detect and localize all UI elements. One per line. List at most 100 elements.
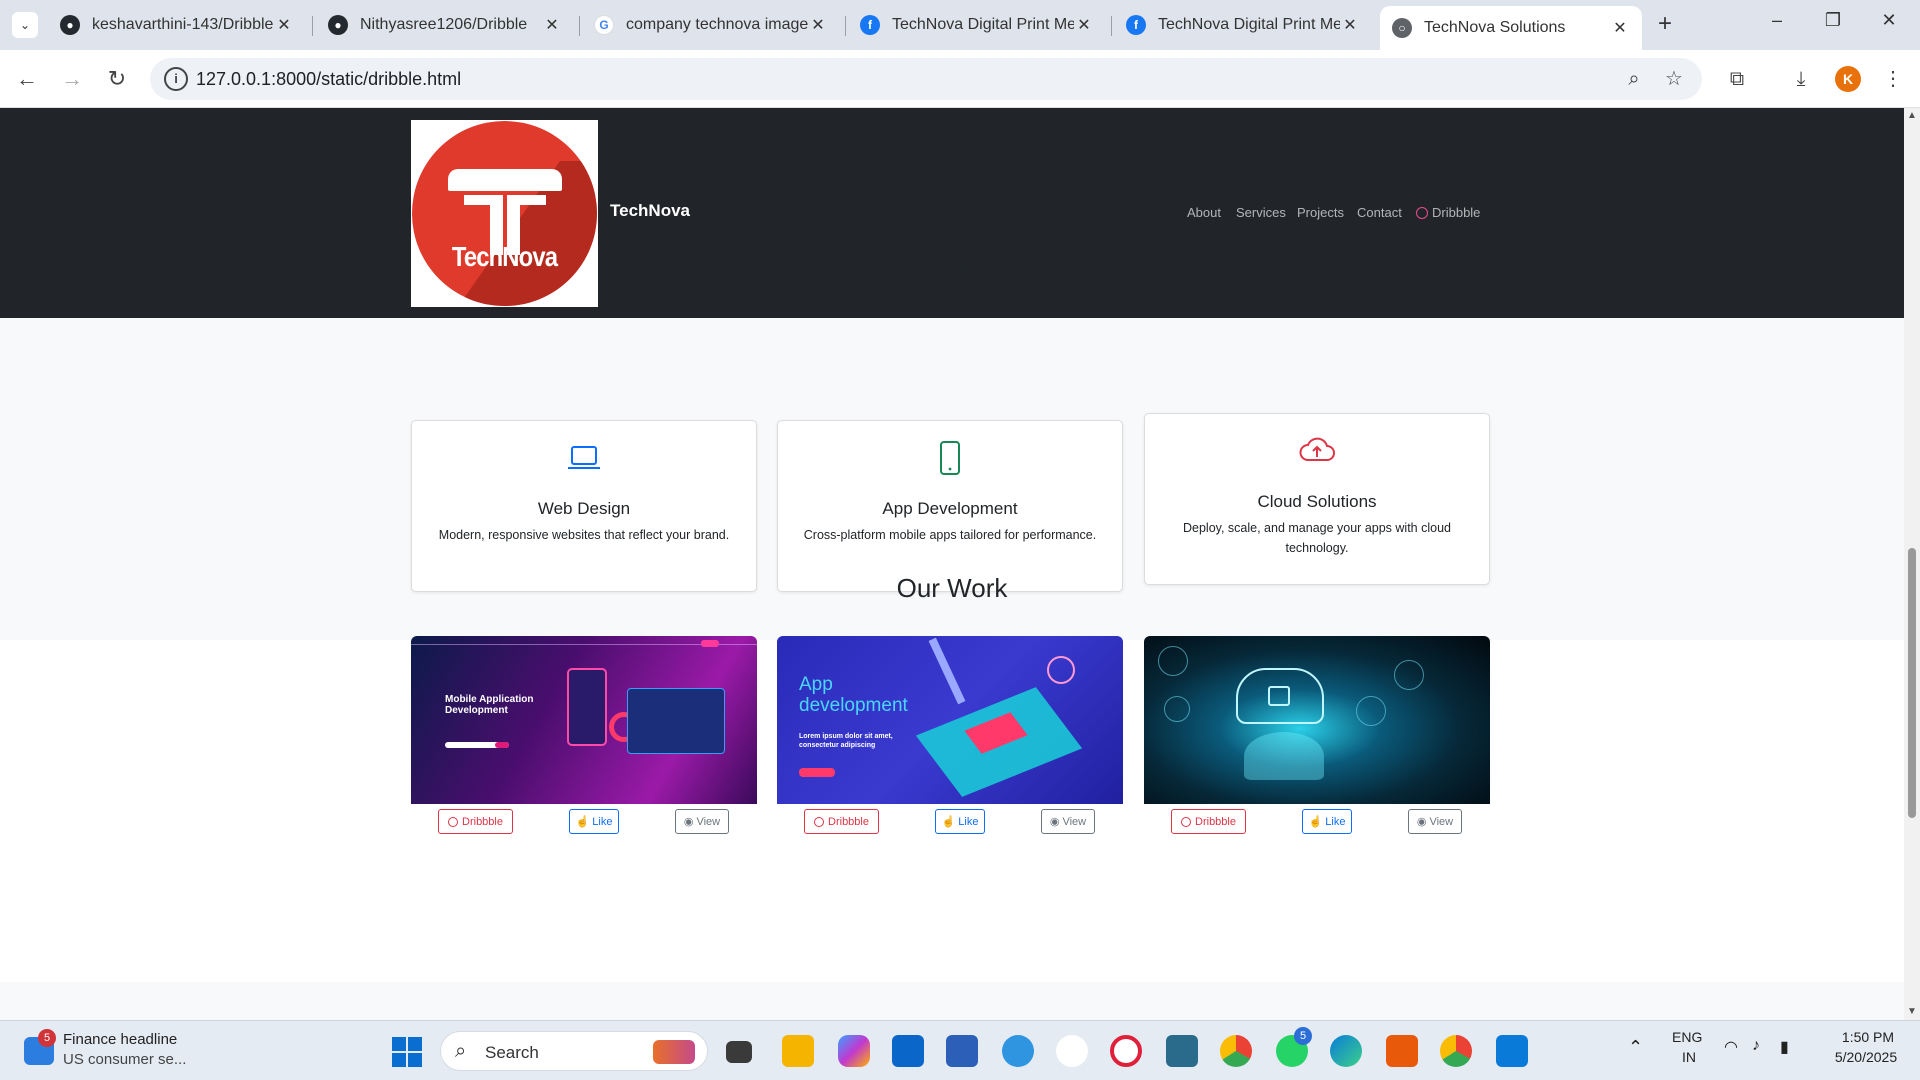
back-button[interactable]: ←	[12, 64, 42, 94]
card-title: Web Design	[537, 499, 631, 518]
nav-services[interactable]: Services	[1236, 205, 1286, 220]
page-scrollbar[interactable]: ▲ ▼	[1904, 108, 1920, 1020]
scroll-up-icon[interactable]: ▲	[1907, 110, 1917, 121]
profile-avatar[interactable]: K	[1835, 66, 1861, 92]
card-title: App Development	[882, 499, 1018, 518]
close-icon[interactable]: ✕	[1340, 15, 1360, 35]
download-icon[interactable]: ⤓	[1786, 64, 1816, 94]
zoom-icon[interactable]: ⌕	[1622, 67, 1646, 91]
news-subtitle[interactable]: US consumer se...	[63, 1051, 186, 1068]
facebook-icon: f	[860, 15, 880, 35]
view-button[interactable]: ◉ View	[1041, 809, 1095, 834]
dribbble-button[interactable]: Dribbble	[804, 809, 879, 834]
chrome-icon[interactable]	[1220, 1035, 1252, 1067]
nav-contact[interactable]: Contact	[1357, 205, 1402, 220]
next-section	[0, 982, 1904, 1020]
globe-icon: ○	[1392, 18, 1412, 38]
clock-time[interactable]: 1:50 PM	[1838, 1029, 1898, 1045]
forward-button[interactable]: →	[57, 64, 87, 94]
tab-search-button[interactable]: ⌄	[12, 12, 38, 38]
work-image-cloud-tech[interactable]	[1144, 636, 1490, 804]
like-button[interactable]: ☝ Like	[935, 809, 985, 834]
new-tab-button[interactable]: +	[1652, 12, 1678, 38]
tab-active[interactable]: ○ TechNova Solutions ✕	[1380, 6, 1642, 50]
card-text: Cross-platform mobile apps tailored for …	[803, 528, 1097, 542]
like-button[interactable]: ☝ Like	[569, 809, 619, 834]
minimize-icon: –	[1771, 10, 1782, 30]
card-text: Modern, responsive websites that reflect…	[438, 528, 730, 542]
extensions-icon[interactable]: ⧉	[1722, 64, 1752, 94]
copilot-icon[interactable]	[838, 1035, 870, 1067]
work-image-mobile-app[interactable]: Mobile Application Development	[411, 636, 757, 804]
file-explorer-icon[interactable]	[782, 1035, 814, 1067]
dribbble-button-label: Dribbble	[462, 815, 503, 828]
windows-taskbar: 5 Finance headline US consumer se... ⌕ S…	[0, 1020, 1920, 1080]
taskbar-search[interactable]: ⌕ Search	[440, 1031, 708, 1071]
close-icon[interactable]: ✕	[542, 15, 562, 35]
tab-3[interactable]: G company technova image ✕	[582, 8, 840, 42]
restore-button[interactable]: ❐	[1818, 10, 1848, 31]
close-icon[interactable]: ✕	[1610, 18, 1630, 38]
chrome-profile-icon[interactable]	[1440, 1035, 1472, 1067]
language-top[interactable]: ENG	[1672, 1029, 1702, 1045]
opera-icon[interactable]	[1110, 1035, 1142, 1067]
view-button[interactable]: ◉ View	[1408, 809, 1462, 834]
close-window-button[interactable]: ✕	[1874, 10, 1904, 31]
like-button[interactable]: ☝ Like	[1302, 809, 1352, 834]
language-bottom[interactable]: IN	[1682, 1049, 1696, 1065]
menu-icon[interactable]: ⋮	[1878, 64, 1908, 94]
card-text: Deploy, scale, and manage your apps with…	[1183, 521, 1451, 555]
site-info-icon[interactable]: i	[164, 67, 188, 91]
view-button-label: View	[1429, 815, 1454, 828]
url-text[interactable]: 127.0.0.1:8000/static/dribble.html	[196, 69, 461, 90]
reload-button[interactable]: ↻	[102, 64, 132, 94]
work-image-headline: Mobile Application Development	[445, 694, 534, 716]
tab-1[interactable]: ● keshavarthini-143/Dribble ✕	[48, 8, 306, 42]
battery-icon[interactable]: ▮	[1780, 1037, 1789, 1057]
close-icon[interactable]: ✕	[274, 15, 294, 35]
edge-icon[interactable]	[1330, 1035, 1362, 1067]
phone-icon	[778, 441, 1122, 480]
plus-icon: +	[1657, 10, 1672, 37]
brand-name[interactable]: TechNova	[610, 201, 690, 221]
nav-dribbble[interactable]: Dribbble	[1416, 205, 1480, 220]
app-icon[interactable]	[1166, 1035, 1198, 1067]
tab-5[interactable]: f TechNova Digital Print Me ✕	[1114, 8, 1372, 42]
app-f-icon[interactable]	[1386, 1035, 1418, 1067]
myhp-icon[interactable]	[892, 1035, 924, 1067]
windows-start-icon[interactable]	[392, 1037, 422, 1067]
thumbs-up-icon: ☝	[575, 816, 590, 828]
close-icon[interactable]: ✕	[808, 15, 828, 35]
search-highlight-image	[653, 1040, 695, 1064]
eye-icon: ◉	[1049, 816, 1060, 828]
scrollbar-thumb[interactable]	[1908, 548, 1916, 818]
volume-icon[interactable]: ♪	[1752, 1037, 1760, 1055]
chevron-up-icon[interactable]: ⌃	[1628, 1037, 1643, 1058]
store-icon[interactable]	[946, 1035, 978, 1067]
dribbble-button[interactable]: Dribbble	[438, 809, 513, 834]
page-viewport: TechNova TechNova About Services Project…	[0, 108, 1920, 1020]
clock-date[interactable]: 5/20/2025	[1826, 1049, 1906, 1065]
close-icon[interactable]: ✕	[1074, 15, 1094, 35]
service-card-web-design: Web Design Modern, responsive websites t…	[411, 420, 757, 592]
dots-app-icon[interactable]	[1056, 1035, 1088, 1067]
task-view-icon[interactable]	[726, 1041, 752, 1063]
dribbble-button[interactable]: Dribbble	[1171, 809, 1246, 834]
news-title[interactable]: Finance headline	[63, 1031, 177, 1048]
scroll-down-icon[interactable]: ▼	[1907, 1006, 1917, 1017]
tab-4[interactable]: f TechNova Digital Print Me ✕	[848, 8, 1106, 42]
nav-projects[interactable]: Projects	[1297, 205, 1344, 220]
tab-2[interactable]: ● Nithyasree1206/Dribble ✕	[316, 8, 574, 42]
address-bar[interactable]: i 127.0.0.1:8000/static/dribble.html ⌕ ☆	[150, 58, 1702, 100]
minimize-button[interactable]: –	[1762, 10, 1792, 31]
work-image-app-development[interactable]: App development Lorem ipsum dolor sit am…	[777, 636, 1123, 804]
view-button[interactable]: ◉ View	[675, 809, 729, 834]
bookmark-star-icon[interactable]: ☆	[1662, 67, 1686, 91]
eye-icon: ◉	[1416, 816, 1427, 828]
vscode-icon[interactable]	[1496, 1035, 1528, 1067]
tab-title: TechNova Digital Print Me	[892, 16, 1074, 33]
wifi-icon[interactable]: ◠	[1724, 1037, 1738, 1057]
laptop-icon	[412, 443, 756, 478]
nav-about[interactable]: About	[1187, 205, 1221, 220]
weather-icon[interactable]	[1002, 1035, 1034, 1067]
